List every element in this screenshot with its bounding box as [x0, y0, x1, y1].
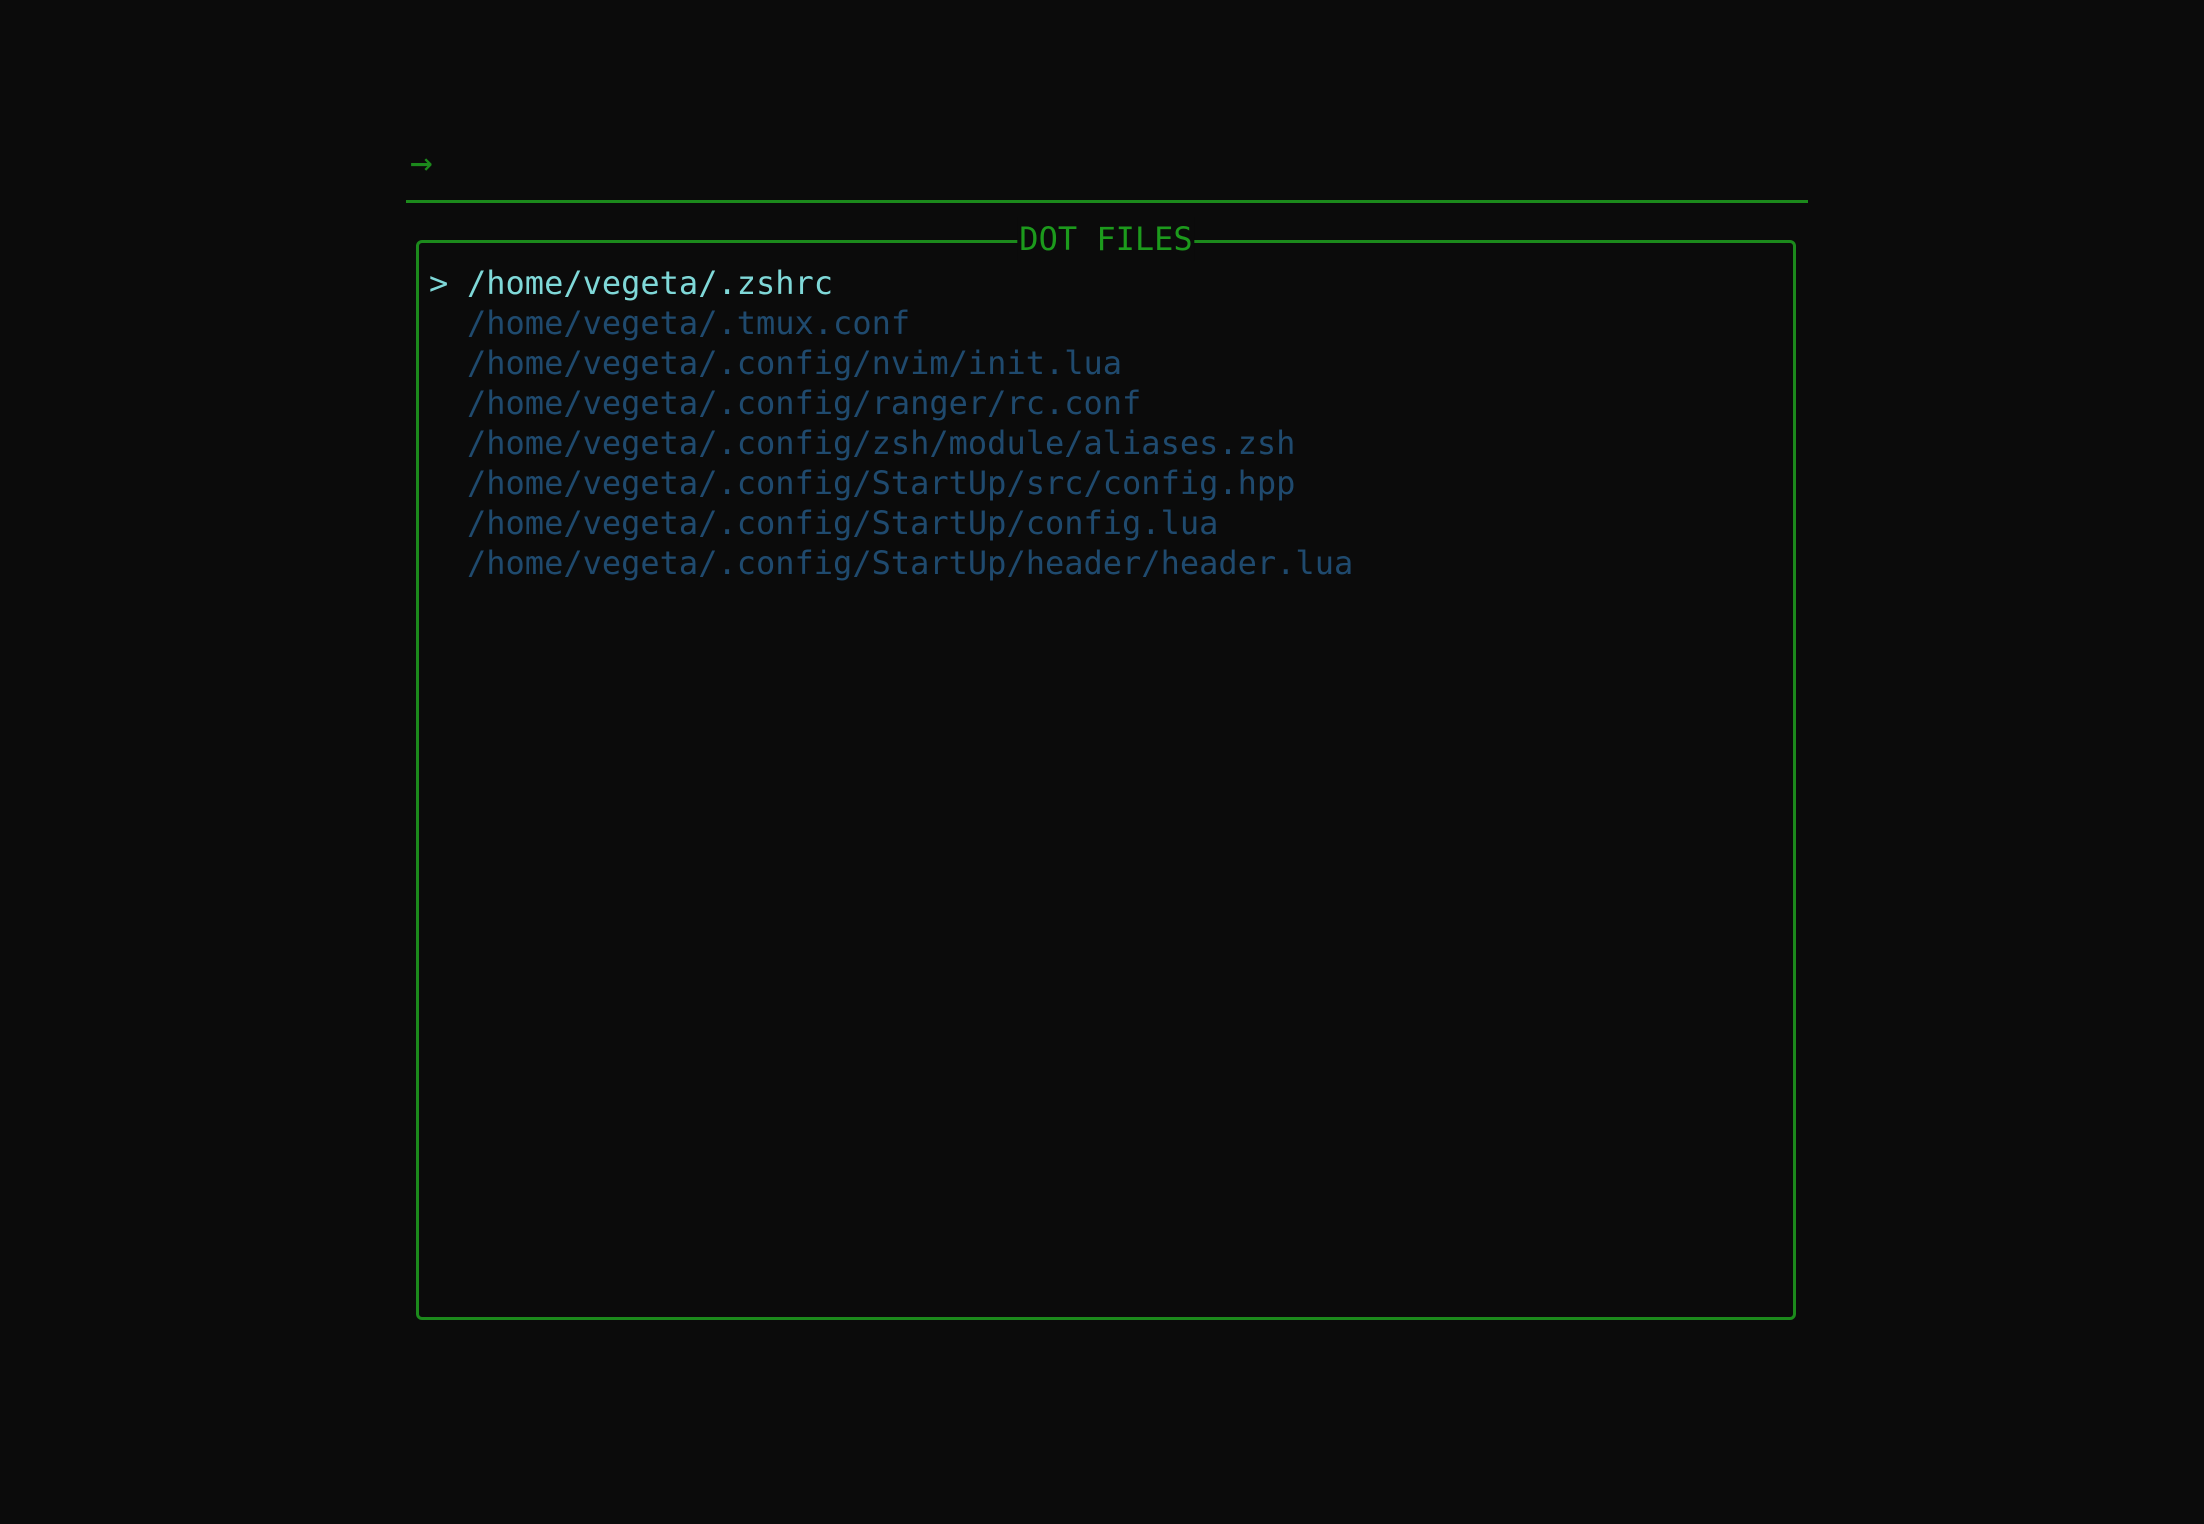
results-list: > /home/vegeta/.zshrc /home/vegeta/.tmux.…: [429, 263, 1353, 583]
file-path: /home/vegeta/.config/StartUp/header/head…: [467, 544, 1354, 582]
list-item[interactable]: /home/vegeta/.tmux.conf: [429, 303, 1353, 343]
file-path: /home/vegeta/.config/StartUp/config.lua: [467, 504, 1219, 542]
list-item[interactable]: /home/vegeta/.config/ranger/rc.conf: [429, 383, 1353, 423]
arrow-right-icon: →: [410, 140, 433, 184]
search-input[interactable]: [466, 140, 1786, 184]
list-item[interactable]: /home/vegeta/.config/StartUp/src/config.…: [429, 463, 1353, 503]
file-path: /home/vegeta/.config/nvim/init.lua: [467, 344, 1123, 382]
file-path: /home/vegeta/.tmux.conf: [467, 304, 911, 342]
file-path: /home/vegeta/.config/zsh/module/aliases.…: [467, 424, 1296, 462]
file-path: /home/vegeta/.config/ranger/rc.conf: [467, 384, 1142, 422]
list-item[interactable]: /home/vegeta/.config/nvim/init.lua: [429, 343, 1353, 383]
list-item[interactable]: /home/vegeta/.config/zsh/module/aliases.…: [429, 423, 1353, 463]
list-item[interactable]: > /home/vegeta/.zshrc: [429, 263, 1353, 303]
selection-caret: >: [429, 264, 449, 302]
file-path: /home/vegeta/.config/StartUp/src/config.…: [467, 464, 1296, 502]
panel-title: DOT FILES: [1017, 217, 1195, 261]
prompt-bar: →: [406, 134, 1808, 203]
list-item[interactable]: /home/vegeta/.config/StartUp/config.lua: [429, 503, 1353, 543]
results-panel: DOT FILES > /home/vegeta/.zshrc /home/veg…: [416, 217, 1796, 1320]
list-item[interactable]: /home/vegeta/.config/StartUp/header/head…: [429, 543, 1353, 583]
file-path: /home/vegeta/.zshrc: [467, 264, 834, 302]
